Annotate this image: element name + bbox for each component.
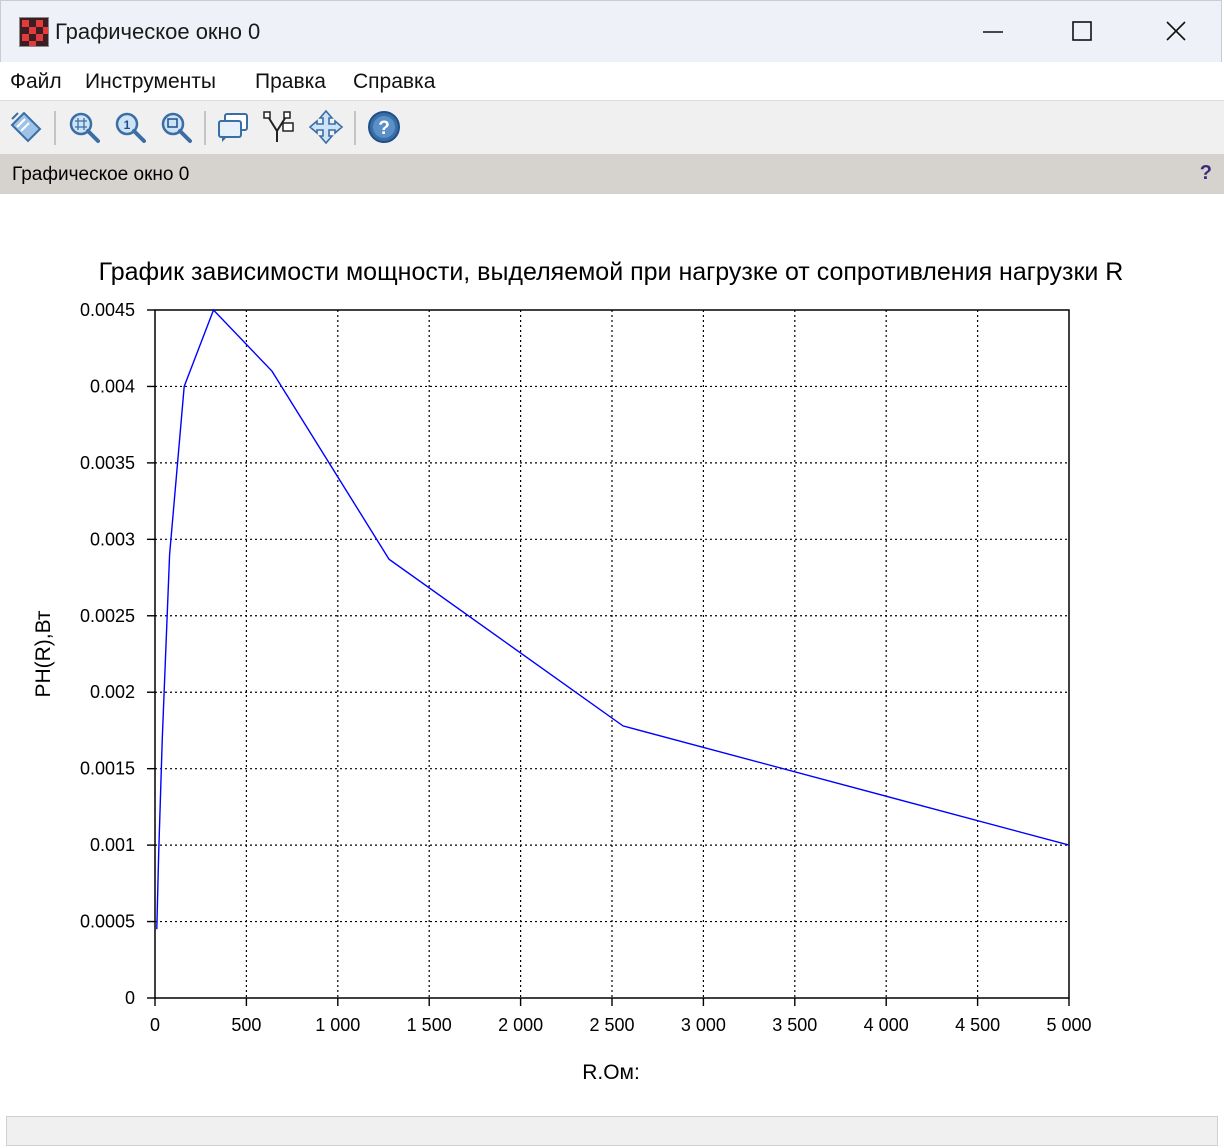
x-tick-label: 1 500 bbox=[407, 1015, 452, 1035]
toolbar: 1 ? bbox=[0, 100, 1224, 155]
y-tick-label: 0.002 bbox=[90, 682, 135, 702]
menu-bar: Файл Инструменты Правка Справка bbox=[0, 62, 1224, 100]
plot-frame bbox=[154, 309, 1070, 999]
toolbar-separator bbox=[54, 111, 56, 145]
rotate-icon[interactable] bbox=[216, 109, 252, 145]
x-tick-label: 1 000 bbox=[315, 1015, 360, 1035]
menu-help[interactable]: Справка bbox=[353, 70, 435, 94]
y-tick-label: 0 bbox=[125, 988, 135, 1008]
y-axis-label: PH(R),Вт bbox=[32, 610, 55, 697]
series-line bbox=[156, 308, 1070, 930]
chart[interactable]: 0 500 1 000 1 500 2 000 2 500 3 000 3 500 4 000 4… bbox=[0, 194, 1224, 1114]
x-tick-label: 500 bbox=[231, 1015, 261, 1035]
svg-text:?: ? bbox=[378, 118, 390, 139]
datatip-icon[interactable] bbox=[8, 109, 44, 145]
panel-title: Графическое окно 0 bbox=[12, 164, 190, 185]
x-tick-label: 2 000 bbox=[498, 1015, 543, 1035]
x-tick-label: 2 500 bbox=[589, 1015, 634, 1035]
y-tick-label: 0.0005 bbox=[80, 912, 135, 932]
plot-area: 0 500 1 000 1 500 2 000 2 500 3 000 3 500 4 000 4… bbox=[0, 194, 1224, 1114]
window-title: Графическое окно 0 bbox=[55, 19, 261, 44]
x-tick-label: 4 000 bbox=[864, 1015, 909, 1035]
zoom-grid-icon[interactable] bbox=[66, 109, 102, 145]
app-icon bbox=[19, 17, 49, 47]
x-tick-label: 0 bbox=[150, 1015, 160, 1035]
zoom-100-icon[interactable]: 1 bbox=[112, 109, 148, 145]
y-tick-label: 0.001 bbox=[90, 835, 135, 855]
zoom-area-icon[interactable] bbox=[158, 109, 194, 145]
panel-help-button[interactable]: ? bbox=[1200, 162, 1212, 185]
menu-file[interactable]: Файл bbox=[10, 70, 62, 94]
toolbar-separator bbox=[354, 111, 356, 145]
y-tick-label: 0.0045 bbox=[80, 300, 135, 320]
pan-icon[interactable] bbox=[308, 109, 344, 145]
x-tick-label: 4 500 bbox=[955, 1015, 1000, 1035]
y-tick-label: 0.0015 bbox=[80, 759, 135, 779]
x-tick-label: 5 000 bbox=[1046, 1015, 1091, 1035]
y-tick-label: 0.003 bbox=[90, 529, 135, 549]
close-button[interactable] bbox=[1146, 11, 1206, 53]
svg-text:1: 1 bbox=[124, 118, 131, 132]
panel-header: Графическое окно 0 ? bbox=[0, 154, 1224, 194]
x-axis-label: R.Ом: bbox=[582, 1061, 640, 1084]
help-icon[interactable]: ? bbox=[366, 109, 402, 145]
maximize-button[interactable] bbox=[1053, 11, 1113, 53]
y-tick-label: 0.0035 bbox=[80, 453, 135, 473]
datatip-manager-icon[interactable] bbox=[262, 109, 298, 145]
x-tick-label: 3 500 bbox=[772, 1015, 817, 1035]
chart-title: График зависимости мощности, выделяемой … bbox=[99, 258, 1124, 286]
toolbar-separator bbox=[204, 111, 206, 145]
minimize-button[interactable] bbox=[963, 11, 1023, 53]
title-bar: Графическое окно 0 bbox=[0, 0, 1222, 62]
x-tick-label: 3 000 bbox=[681, 1015, 726, 1035]
menu-edit[interactable]: Правка bbox=[255, 70, 326, 94]
menu-tools[interactable]: Инструменты bbox=[85, 70, 216, 94]
status-bar bbox=[6, 1116, 1218, 1146]
y-tick-label: 0.004 bbox=[90, 376, 135, 396]
y-tick-label: 0.0025 bbox=[80, 606, 135, 626]
